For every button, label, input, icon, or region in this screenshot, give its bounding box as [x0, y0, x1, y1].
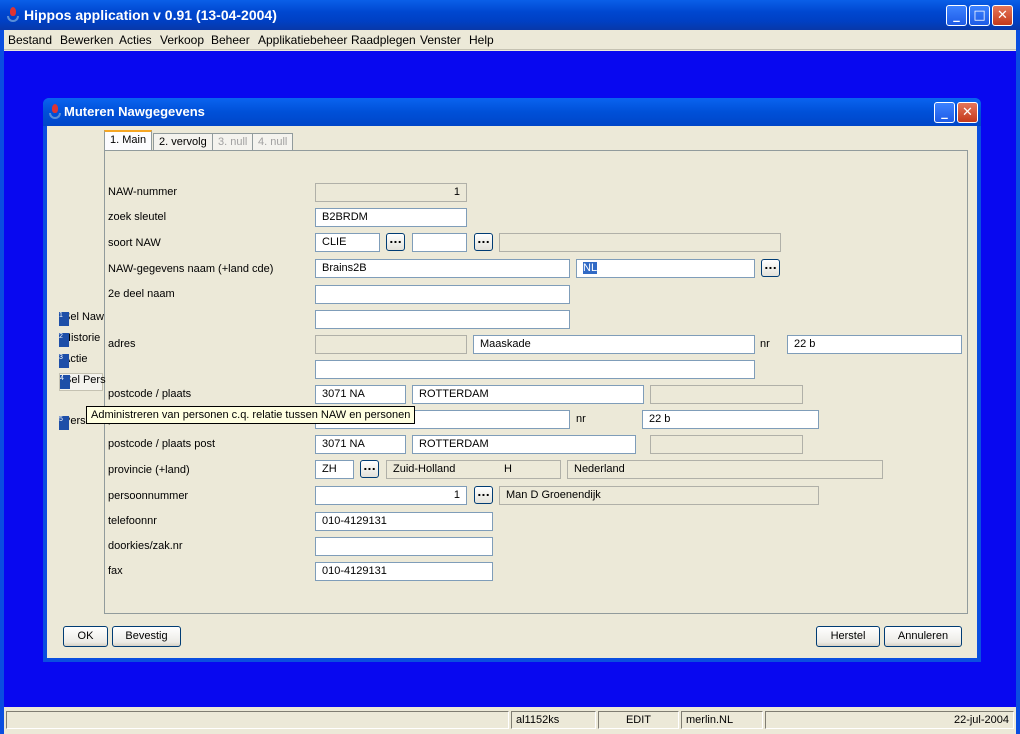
menu-raadplegen[interactable]: Raadplegen — [351, 33, 416, 47]
sel-pers-button[interactable]: 4Sel Pers — [59, 373, 106, 391]
persoon-naam-field: Man D Groenendijk — [499, 486, 819, 505]
soort-naw-desc-field — [499, 233, 781, 252]
land-cde-field[interactable]: NL — [576, 259, 755, 278]
label-persoonnummer: persoonnummer — [108, 490, 189, 502]
label-naw-naam: NAW-gegevens naam (+land cde) — [108, 263, 274, 275]
soort-naw-2-lookup-button[interactable]: ... — [474, 233, 493, 251]
label-zoek-sleutel: zoek sleutel — [108, 211, 167, 223]
menu-acties[interactable]: Acties — [119, 33, 152, 47]
land-cde-lookup-button[interactable]: ... — [761, 259, 780, 277]
java-cup-icon — [48, 104, 62, 120]
annuleren-button[interactable]: Annuleren — [884, 626, 962, 647]
persoon-lookup-button[interactable]: ... — [474, 486, 493, 504]
adres-line2-field[interactable] — [315, 360, 755, 379]
persoonnummer-field[interactable]: 1 — [315, 486, 467, 505]
postcode-post-field[interactable]: 3071 NA — [315, 435, 406, 454]
historie-button[interactable]: 2Historie — [59, 332, 100, 350]
provincie-code-field[interactable]: ZH — [315, 460, 354, 479]
provincie-lookup-button[interactable]: ... — [360, 460, 379, 478]
sel-naw-button[interactable]: 1Sel Naw — [59, 311, 104, 329]
status-message — [6, 711, 509, 729]
status-server: merlin.NL — [681, 711, 763, 729]
soort-naw-lookup-button[interactable]: ... — [386, 233, 405, 251]
tab-main[interactable]: 1. Main — [104, 130, 153, 151]
status-user: al1152ks — [511, 711, 596, 729]
label-doorkies: doorkies/zak.nr — [108, 540, 183, 552]
label-2e-deel-naam: 2e deel naam — [108, 288, 175, 300]
label-nr: nr — [760, 338, 770, 350]
naw-nummer-field: 1 — [315, 183, 467, 202]
bevestig-button[interactable]: Bevestig — [112, 626, 181, 647]
menu-beheer[interactable]: Beheer — [211, 33, 250, 47]
menu-applikatiebeheer[interactable]: Applikatiebeheer — [258, 33, 347, 47]
telefoonnr-field[interactable]: 010-4129131 — [315, 512, 493, 531]
plaats-post-field[interactable]: ROTTERDAM — [412, 435, 636, 454]
postbus-nr-field[interactable]: 22 b — [642, 410, 819, 429]
label-fax: fax — [108, 565, 123, 577]
menu-venster[interactable]: Venster — [420, 33, 461, 47]
straat-field[interactable]: Maaskade — [473, 335, 755, 354]
soort-naw-code-field[interactable]: CLIE — [315, 233, 380, 252]
status-bar: al1152ks EDIT merlin.NL 22-jul-2004 — [4, 707, 1016, 734]
herstel-button[interactable]: Herstel — [816, 626, 880, 647]
naam-field[interactable]: Brains2B — [315, 259, 570, 278]
menu-verkoop[interactable]: Verkoop — [160, 33, 204, 47]
naam-extra-field[interactable] — [315, 310, 570, 329]
menu-help[interactable]: Help — [469, 33, 494, 47]
label-naw-nummer: NAW-nummer — [108, 186, 178, 198]
dialog-title: Muteren Nawgegevens — [64, 104, 205, 119]
label-postcode-plaats-post: postcode / plaats post — [108, 438, 216, 450]
app-title: Hippos application v 0.91 (13-04-2004) — [24, 7, 277, 23]
fax-field[interactable]: 010-4129131 — [315, 562, 493, 581]
label-provincie: provincie (+land) — [108, 464, 190, 476]
plaats-extra-field — [650, 385, 803, 404]
plaats-post-extra-field — [650, 435, 803, 454]
close-icon[interactable]: ✕ — [992, 5, 1013, 26]
2e-deel-naam-field[interactable] — [315, 285, 570, 304]
label-adres: adres — [108, 338, 136, 350]
soort-naw-2-field[interactable] — [412, 233, 467, 252]
provincie-naam-field: Zuid-Holland H — [386, 460, 561, 479]
plaats-field[interactable]: ROTTERDAM — [412, 385, 644, 404]
land-field: Nederland — [567, 460, 883, 479]
actie-button[interactable]: 3Actie — [59, 353, 87, 371]
minimize-icon[interactable]: _ — [946, 5, 967, 26]
doorkies-field[interactable] — [315, 537, 493, 556]
menu-bewerken[interactable]: Bewerken — [60, 33, 113, 47]
tooltip: Administreren van personen c.q. relatie … — [86, 406, 416, 424]
postcode-field[interactable]: 3071 NA — [315, 385, 406, 404]
label-postcode-plaats: postcode / plaats — [108, 388, 192, 400]
dialog-title-bar[interactable]: Muteren Nawgegevens _ ✕ — [43, 98, 981, 126]
ok-button[interactable]: OK — [63, 626, 108, 647]
adres-prefix-field — [315, 335, 467, 354]
maximize-icon[interactable]: □ — [969, 5, 990, 26]
dialog-close-icon[interactable]: ✕ — [957, 102, 978, 123]
status-mode: EDIT — [598, 711, 679, 729]
window-frame-right — [1016, 30, 1020, 734]
zoek-sleutel-field[interactable]: B2BRDM — [315, 208, 467, 227]
java-cup-icon — [6, 7, 20, 23]
app-title-bar[interactable]: Hippos application v 0.91 (13-04-2004) _… — [0, 0, 1020, 30]
label-postbus-nr: nr — [576, 413, 586, 425]
status-date: 22-jul-2004 — [765, 711, 1014, 729]
tab-panel — [104, 150, 968, 614]
huisnr-field[interactable]: 22 b — [787, 335, 962, 354]
menu-bestand[interactable]: Bestand — [8, 33, 52, 47]
dialog-minimize-icon[interactable]: _ — [934, 102, 955, 123]
menu-bar: Bestand Bewerken Acties Verkoop Beheer A… — [0, 30, 1020, 50]
label-telefoonnr: telefoonnr — [108, 515, 157, 527]
label-soort-naw: soort NAW — [108, 237, 161, 249]
